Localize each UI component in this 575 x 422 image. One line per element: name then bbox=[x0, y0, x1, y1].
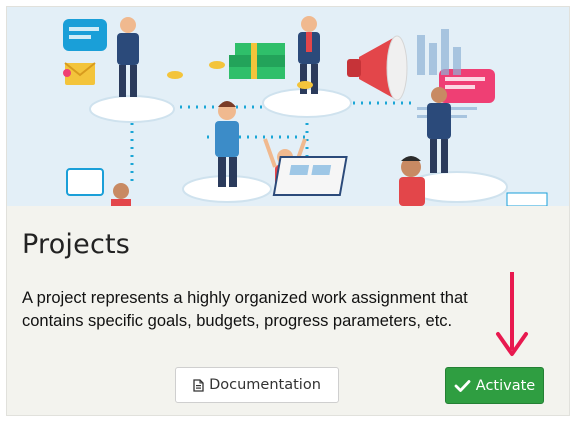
document-icon bbox=[193, 378, 204, 392]
hero-illustration bbox=[7, 7, 569, 206]
checkmark-icon bbox=[454, 379, 471, 393]
annotation-arrow-down-icon bbox=[496, 272, 528, 356]
documentation-button[interactable]: Documentation bbox=[175, 367, 339, 403]
card-description: A project represents a highly organized … bbox=[22, 289, 468, 330]
card-title: Projects bbox=[22, 229, 131, 260]
activate-label: Activate bbox=[475, 377, 536, 394]
activate-button[interactable]: Activate bbox=[445, 367, 544, 404]
module-card: Projects A project represents a highly o… bbox=[6, 6, 570, 416]
documentation-label: Documentation bbox=[209, 377, 321, 393]
